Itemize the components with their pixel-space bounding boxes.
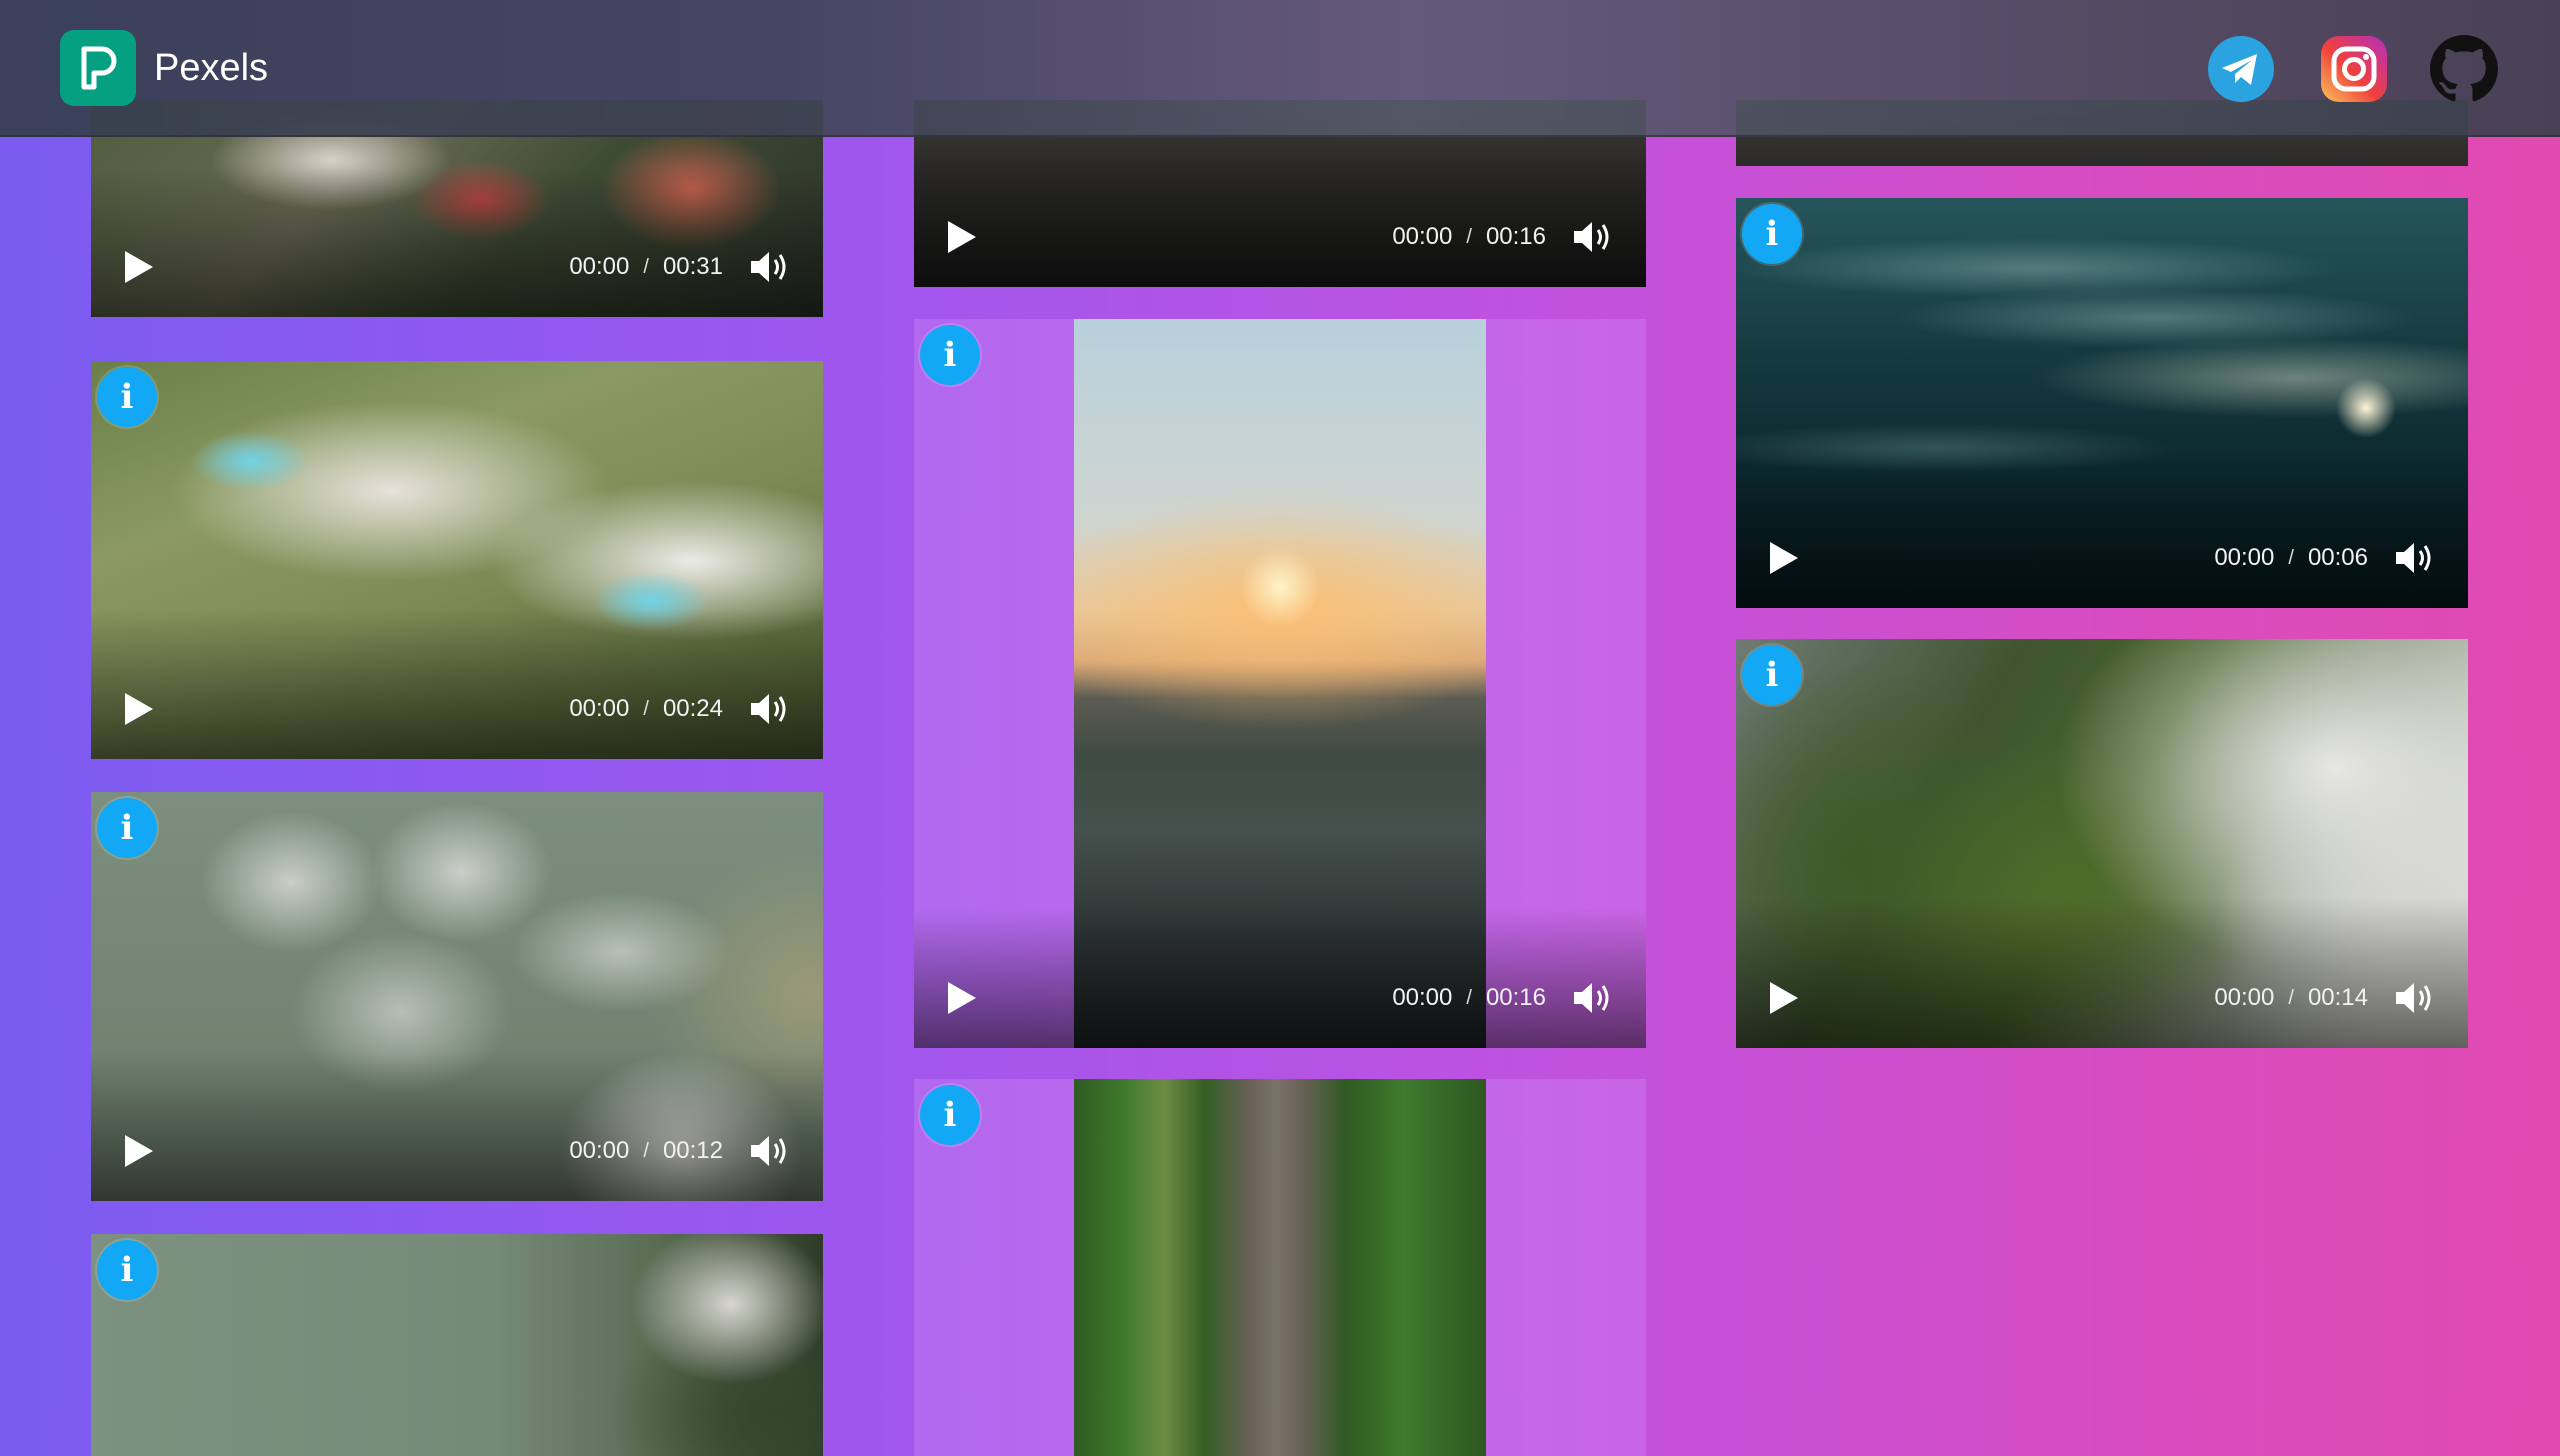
current-time: 00:00	[569, 253, 630, 280]
info-button[interactable]: i	[920, 325, 980, 385]
volume-icon	[1574, 222, 1609, 252]
time-separator: /	[643, 255, 649, 278]
github-icon	[2430, 35, 2498, 102]
info-button[interactable]: i	[97, 367, 157, 427]
time-separator: /	[643, 1139, 649, 1162]
play-button[interactable]	[123, 1131, 159, 1171]
video-controls: 00:00 / 00:14	[1736, 948, 2468, 1048]
video-frame	[1074, 1079, 1486, 1456]
video-controls: 00:00 / 00:06	[1736, 508, 2468, 608]
play-icon	[948, 221, 976, 253]
time-separator: /	[1466, 986, 1472, 1009]
instagram-icon	[2321, 36, 2387, 102]
time-separator: /	[2288, 546, 2294, 569]
duration: 00:12	[662, 1137, 723, 1164]
github-link[interactable]	[2429, 34, 2499, 104]
telegram-link[interactable]	[2206, 34, 2276, 104]
play-button[interactable]	[1768, 538, 1804, 578]
duration: 00:31	[662, 253, 723, 280]
play-icon	[948, 982, 976, 1014]
time-display: 00:00 / 00:12	[569, 1137, 723, 1165]
time-separator: /	[1466, 225, 1472, 248]
duration: 00:06	[2307, 544, 2368, 571]
volume-button[interactable]	[2394, 538, 2440, 578]
volume-button[interactable]	[749, 247, 795, 287]
volume-button[interactable]	[2394, 978, 2440, 1018]
play-icon	[125, 251, 153, 283]
time-display: 00:00 / 00:16	[1392, 984, 1546, 1012]
play-button[interactable]	[946, 978, 982, 1018]
volume-icon	[2396, 983, 2431, 1013]
time-display: 00:00 / 00:16	[1392, 223, 1546, 251]
current-time: 00:00	[569, 1137, 630, 1164]
play-icon	[1770, 982, 1798, 1014]
current-time: 00:00	[2214, 544, 2275, 571]
brand-name: Pexels	[154, 46, 269, 89]
duration: 00:16	[1485, 984, 1546, 1011]
play-button[interactable]	[946, 217, 982, 257]
duration: 00:24	[662, 695, 723, 722]
time-display: 00:00 / 00:31	[569, 253, 723, 281]
time-separator: /	[643, 697, 649, 720]
info-button[interactable]: i	[1742, 645, 1802, 705]
info-button[interactable]: i	[1742, 204, 1802, 264]
video-controls: 00:00 / 00:16	[914, 187, 1646, 287]
play-icon	[1770, 542, 1798, 574]
video-card[interactable]: i	[91, 1234, 823, 1456]
play-icon	[125, 693, 153, 725]
volume-button[interactable]	[1572, 217, 1618, 257]
video-card[interactable]: i 00:00 / 00:16	[914, 319, 1646, 1048]
video-frame	[91, 1234, 823, 1456]
pexels-logo-icon	[60, 30, 136, 106]
video-card[interactable]: i 00:00 / 00:24	[91, 361, 823, 759]
volume-button[interactable]	[749, 689, 795, 729]
video-controls: 00:00 / 00:16	[914, 948, 1646, 1048]
volume-button[interactable]	[749, 1131, 795, 1171]
instagram-link[interactable]	[2319, 34, 2389, 104]
info-button[interactable]: i	[97, 1240, 157, 1300]
volume-icon	[751, 694, 786, 724]
current-time: 00:00	[569, 695, 630, 722]
video-controls: 00:00 / 00:31	[91, 217, 823, 317]
time-separator: /	[2288, 986, 2294, 1009]
volume-icon	[2396, 543, 2431, 573]
current-time: 00:00	[2214, 984, 2275, 1011]
volume-button[interactable]	[1572, 978, 1618, 1018]
video-card[interactable]: i 00:00 / 00:12	[91, 792, 823, 1201]
play-button[interactable]	[1768, 978, 1804, 1018]
time-display: 00:00 / 00:06	[2214, 544, 2368, 572]
video-card[interactable]: i 00:00 / 00:06	[1736, 198, 2468, 608]
info-button[interactable]: i	[97, 798, 157, 858]
info-button[interactable]: i	[920, 1085, 980, 1145]
video-card[interactable]: i	[914, 1079, 1646, 1456]
time-display: 00:00 / 00:14	[2214, 984, 2368, 1012]
current-time: 00:00	[1392, 223, 1453, 250]
time-display: 00:00 / 00:24	[569, 695, 723, 723]
play-button[interactable]	[123, 689, 159, 729]
duration: 00:14	[2307, 984, 2368, 1011]
current-time: 00:00	[1392, 984, 1453, 1011]
play-button[interactable]	[123, 247, 159, 287]
volume-icon	[1574, 983, 1609, 1013]
telegram-icon	[2208, 36, 2274, 102]
duration: 00:16	[1485, 223, 1546, 250]
top-bar: Pexels	[0, 0, 2560, 137]
brand[interactable]: Pexels	[60, 30, 268, 106]
volume-icon	[751, 252, 786, 282]
video-controls: 00:00 / 00:12	[91, 1101, 823, 1201]
volume-icon	[751, 1136, 786, 1166]
video-controls: 00:00 / 00:24	[91, 659, 823, 759]
play-icon	[125, 1135, 153, 1167]
video-card[interactable]: i 00:00 / 00:14	[1736, 639, 2468, 1048]
